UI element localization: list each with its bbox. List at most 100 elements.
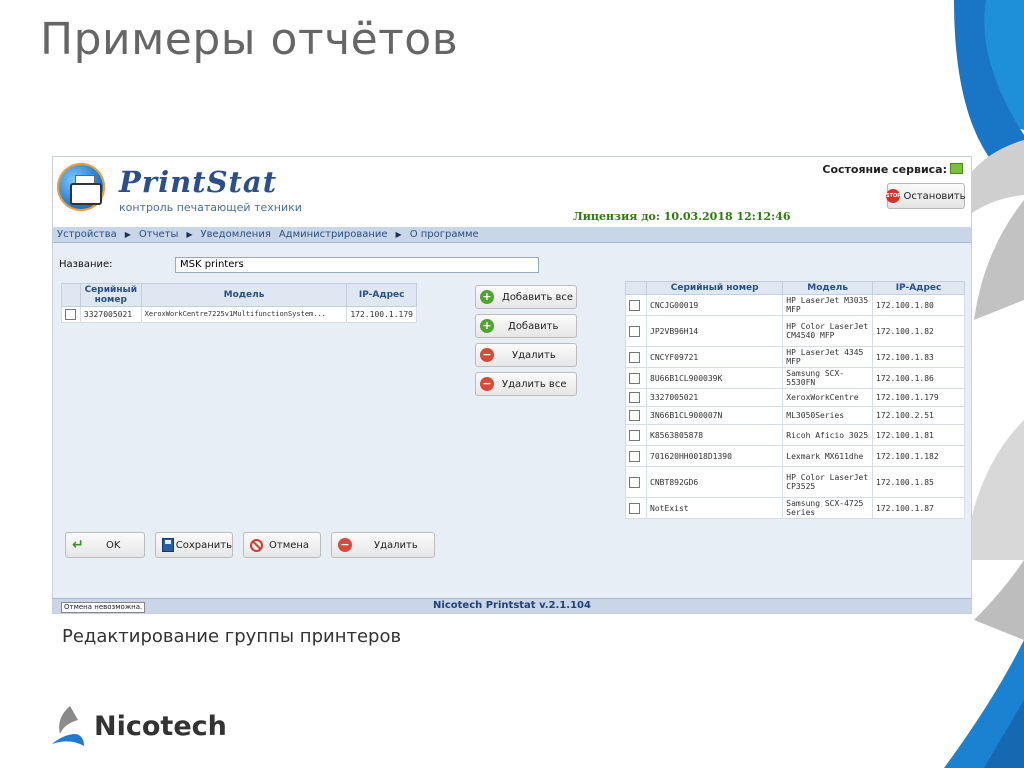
slide-title: Примеры отчётов <box>40 14 459 65</box>
col-ip[interactable]: IP-Адрес <box>872 281 965 295</box>
table-row[interactable]: 701620HH0018D1390 Lexmark MX611dhe 172.1… <box>624 445 965 467</box>
cell-ip: 172.100.1.85 <box>872 466 965 498</box>
save-button[interactable]: Сохранить <box>155 532 233 558</box>
cell-ip: 172.100.1.82 <box>872 315 965 347</box>
cell-serial: NotExist <box>646 497 784 519</box>
col-serial[interactable]: Серийный номер <box>646 281 784 295</box>
cell-serial: 3327005021 <box>646 388 784 407</box>
menu-item-about[interactable]: О программе <box>410 229 479 240</box>
add-label: Добавить <box>508 320 559 332</box>
row-checkbox[interactable] <box>629 429 640 441</box>
menu-item-devices[interactable]: Устройства <box>57 229 117 240</box>
ok-button[interactable]: ↵ OK <box>65 532 145 558</box>
row-checkbox[interactable] <box>629 450 640 462</box>
menu-item-notifications[interactable]: Уведомления <box>201 229 271 240</box>
menu-item-reports[interactable]: Отчеты <box>139 229 178 240</box>
license-info: Лицензия до: 10.03.2018 12:12:46 <box>573 210 791 223</box>
cell-model: HP LaserJet M3035 MFP <box>782 294 874 316</box>
cell-model: HP Color LaserJet CP3525 <box>782 466 874 498</box>
row-checkbox[interactable] <box>629 325 640 337</box>
remove-all-button[interactable]: − Удалить все <box>475 372 577 396</box>
row-checkbox[interactable] <box>629 410 640 421</box>
available-printers-table: Серийный номер Модель IP-Адрес CNCJG0001… <box>624 281 965 519</box>
table-row[interactable]: JP2VB96H14 HP Color LaserJet CM4540 MFP … <box>624 315 965 347</box>
cell-serial: CNCJG00019 <box>646 294 784 316</box>
menu-arrow-icon: ▶ <box>124 230 131 239</box>
remove-icon: − <box>480 348 494 362</box>
row-checkbox[interactable] <box>629 502 640 514</box>
status-tooltip: Отмена невозможна. <box>61 602 146 613</box>
remove-label: Удалить <box>512 349 556 361</box>
table-row[interactable]: 3N66B1CL900007N ML3050Series 172.100.2.5… <box>624 406 965 425</box>
cell-ip: 172.100.1.87 <box>872 497 965 519</box>
delete-icon: − <box>338 538 352 552</box>
add-all-button[interactable]: + Добавить все <box>475 285 577 309</box>
remove-all-icon: − <box>480 377 494 391</box>
cell-serial: 8U66B1CL900039K <box>646 367 784 389</box>
printstat-logo-icon <box>57 163 105 211</box>
cell-model: XeroxWorkCentre <box>782 388 874 407</box>
row-checkbox[interactable] <box>65 309 76 320</box>
save-disk-icon <box>162 538 174 552</box>
remove-button[interactable]: − Удалить <box>475 343 577 367</box>
row-checkbox[interactable] <box>629 351 640 363</box>
table-row[interactable]: CNCYF09721 HP LaserJet 4345 MFP 172.100.… <box>624 346 965 368</box>
app-header: PrintStat контроль печатающей техники Со… <box>53 157 971 227</box>
stop-service-button[interactable]: STOP Остановить <box>886 183 966 209</box>
slide-caption: Редактирование группы принтеров <box>62 626 402 647</box>
cancel-icon <box>250 538 263 552</box>
add-all-icon: + <box>480 290 494 304</box>
group-name-input[interactable]: MSK printers <box>175 257 539 273</box>
printstat-window: PrintStat контроль печатающей техники Со… <box>52 156 972 614</box>
table-row[interactable]: CNCJG00019 HP LaserJet M3035 MFP 172.100… <box>624 294 965 316</box>
remove-all-label: Удалить все <box>502 378 567 390</box>
cell-serial: CNCYF09721 <box>646 346 784 368</box>
table-row[interactable]: CNBT892GD6 HP Color LaserJet CP3525 172.… <box>624 466 965 498</box>
table-row[interactable]: K8563805878 Ricoh Aficio 3025 172.100.1.… <box>624 424 965 446</box>
cancel-label: Отмена <box>269 539 310 551</box>
cell-serial: 701620HH0018D1390 <box>646 445 784 467</box>
cell-ip: 172.100.1.179 <box>872 388 965 407</box>
table-row[interactable]: NotExist Samsung SCX-4725 Series 172.100… <box>624 497 965 519</box>
cancel-button[interactable]: Отмена <box>243 532 321 558</box>
brand-name: PrintStat <box>119 165 278 199</box>
row-checkbox[interactable] <box>629 299 640 311</box>
cell-serial: JP2VB96H14 <box>646 315 784 347</box>
table-row[interactable]: 3327005021 XeroxWorkCentre 172.100.1.179 <box>624 388 965 407</box>
table-row[interactable]: 8U66B1CL900039K Samsung SCX-5530FN 172.1… <box>624 367 965 389</box>
add-button[interactable]: + Добавить <box>475 314 577 338</box>
service-running-icon <box>950 163 963 174</box>
delete-button[interactable]: − Удалить <box>331 532 435 558</box>
app-footer: Nicotech Printstat v.2.1.104 <box>53 598 971 613</box>
ok-arrow-icon: ↵ <box>72 537 84 553</box>
cell-model: HP Color LaserJet CM4540 MFP <box>782 315 874 347</box>
col-model[interactable]: Модель <box>140 283 348 307</box>
service-status: Состояние сервиса: <box>822 163 963 176</box>
cell-ip: 172.100.1.83 <box>872 346 965 368</box>
cell-model: XeroxWorkCentre7225v1MultifunctionSystem… <box>140 306 348 323</box>
main-menu: Устройства ▶ Отчеты ▶ Уведомления Админи… <box>53 227 971 243</box>
cell-serial: 3N66B1CL900007N <box>646 406 784 425</box>
ok-label: OK <box>106 539 121 551</box>
cell-model: Samsung SCX-4725 Series <box>782 497 874 519</box>
table-row[interactable]: 3327005021 XeroxWorkCentre7225v1Multifun… <box>61 306 417 323</box>
col-serial[interactable]: Серийный номер <box>79 283 142 307</box>
col-model[interactable]: Модель <box>782 281 874 295</box>
cell-model: Lexmark MX611dhe <box>782 445 874 467</box>
row-checkbox[interactable] <box>629 392 640 403</box>
company-name: Nicotech <box>94 710 227 742</box>
group-name-label: Название: <box>59 259 113 270</box>
cell-ip: 172.100.1.182 <box>872 445 965 467</box>
delete-label: Удалить <box>374 539 418 551</box>
menu-arrow-icon: ▶ <box>395 230 402 239</box>
row-checkbox[interactable] <box>629 476 640 488</box>
brand-tagline: контроль печатающей техники <box>119 201 302 214</box>
row-checkbox[interactable] <box>629 372 640 384</box>
cell-model: Samsung SCX-5530FN <box>782 367 874 389</box>
add-all-label: Добавить все <box>502 291 574 303</box>
menu-item-administration[interactable]: Администрирование <box>279 229 388 240</box>
add-icon: + <box>480 319 494 333</box>
col-ip[interactable]: IP-Адрес <box>346 283 417 307</box>
cell-ip: 172.100.1.179 <box>346 306 417 323</box>
group-printers-table: Серийный номер Модель IP-Адрес 332700502… <box>61 283 417 323</box>
